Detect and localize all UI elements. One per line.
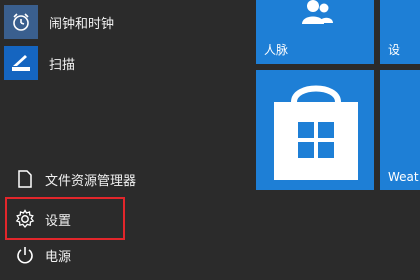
settings-highlight-box	[5, 197, 125, 240]
tile-weather-label: Weat	[388, 170, 419, 184]
tile-people-label: 人脉	[264, 43, 289, 57]
tile-people[interactable]: 人脉	[256, 0, 374, 64]
file-explorer-icon	[14, 168, 36, 190]
start-menu-app-list: 闹钟和时钟 扫描 文件资源管理器 设置 电源	[0, 0, 252, 280]
app-scan-label: 扫描	[49, 57, 76, 73]
start-tile-grid: 人脉 设 Weat	[252, 0, 420, 280]
tile-weather-partial[interactable]: Weat	[380, 70, 420, 190]
tile-settings-partial[interactable]: 设	[380, 0, 420, 64]
app-alarms-clock-label: 闹钟和时钟	[49, 16, 115, 32]
app-scan[interactable]: 扫描	[0, 45, 250, 81]
scanner-icon	[4, 46, 38, 80]
power-label: 电源	[45, 249, 72, 265]
alarm-clock-icon	[4, 5, 38, 39]
store-bag-icon	[268, 76, 364, 188]
people-icon	[300, 0, 334, 32]
power-icon	[14, 244, 36, 266]
start-power[interactable]: 电源	[0, 238, 250, 272]
file-explorer-label: 文件资源管理器	[45, 173, 137, 189]
tile-store[interactable]	[256, 70, 374, 190]
tile-settings-label: 设	[388, 43, 401, 57]
app-alarms-clock[interactable]: 闹钟和时钟	[0, 4, 250, 40]
start-file-explorer[interactable]: 文件资源管理器	[0, 162, 250, 196]
